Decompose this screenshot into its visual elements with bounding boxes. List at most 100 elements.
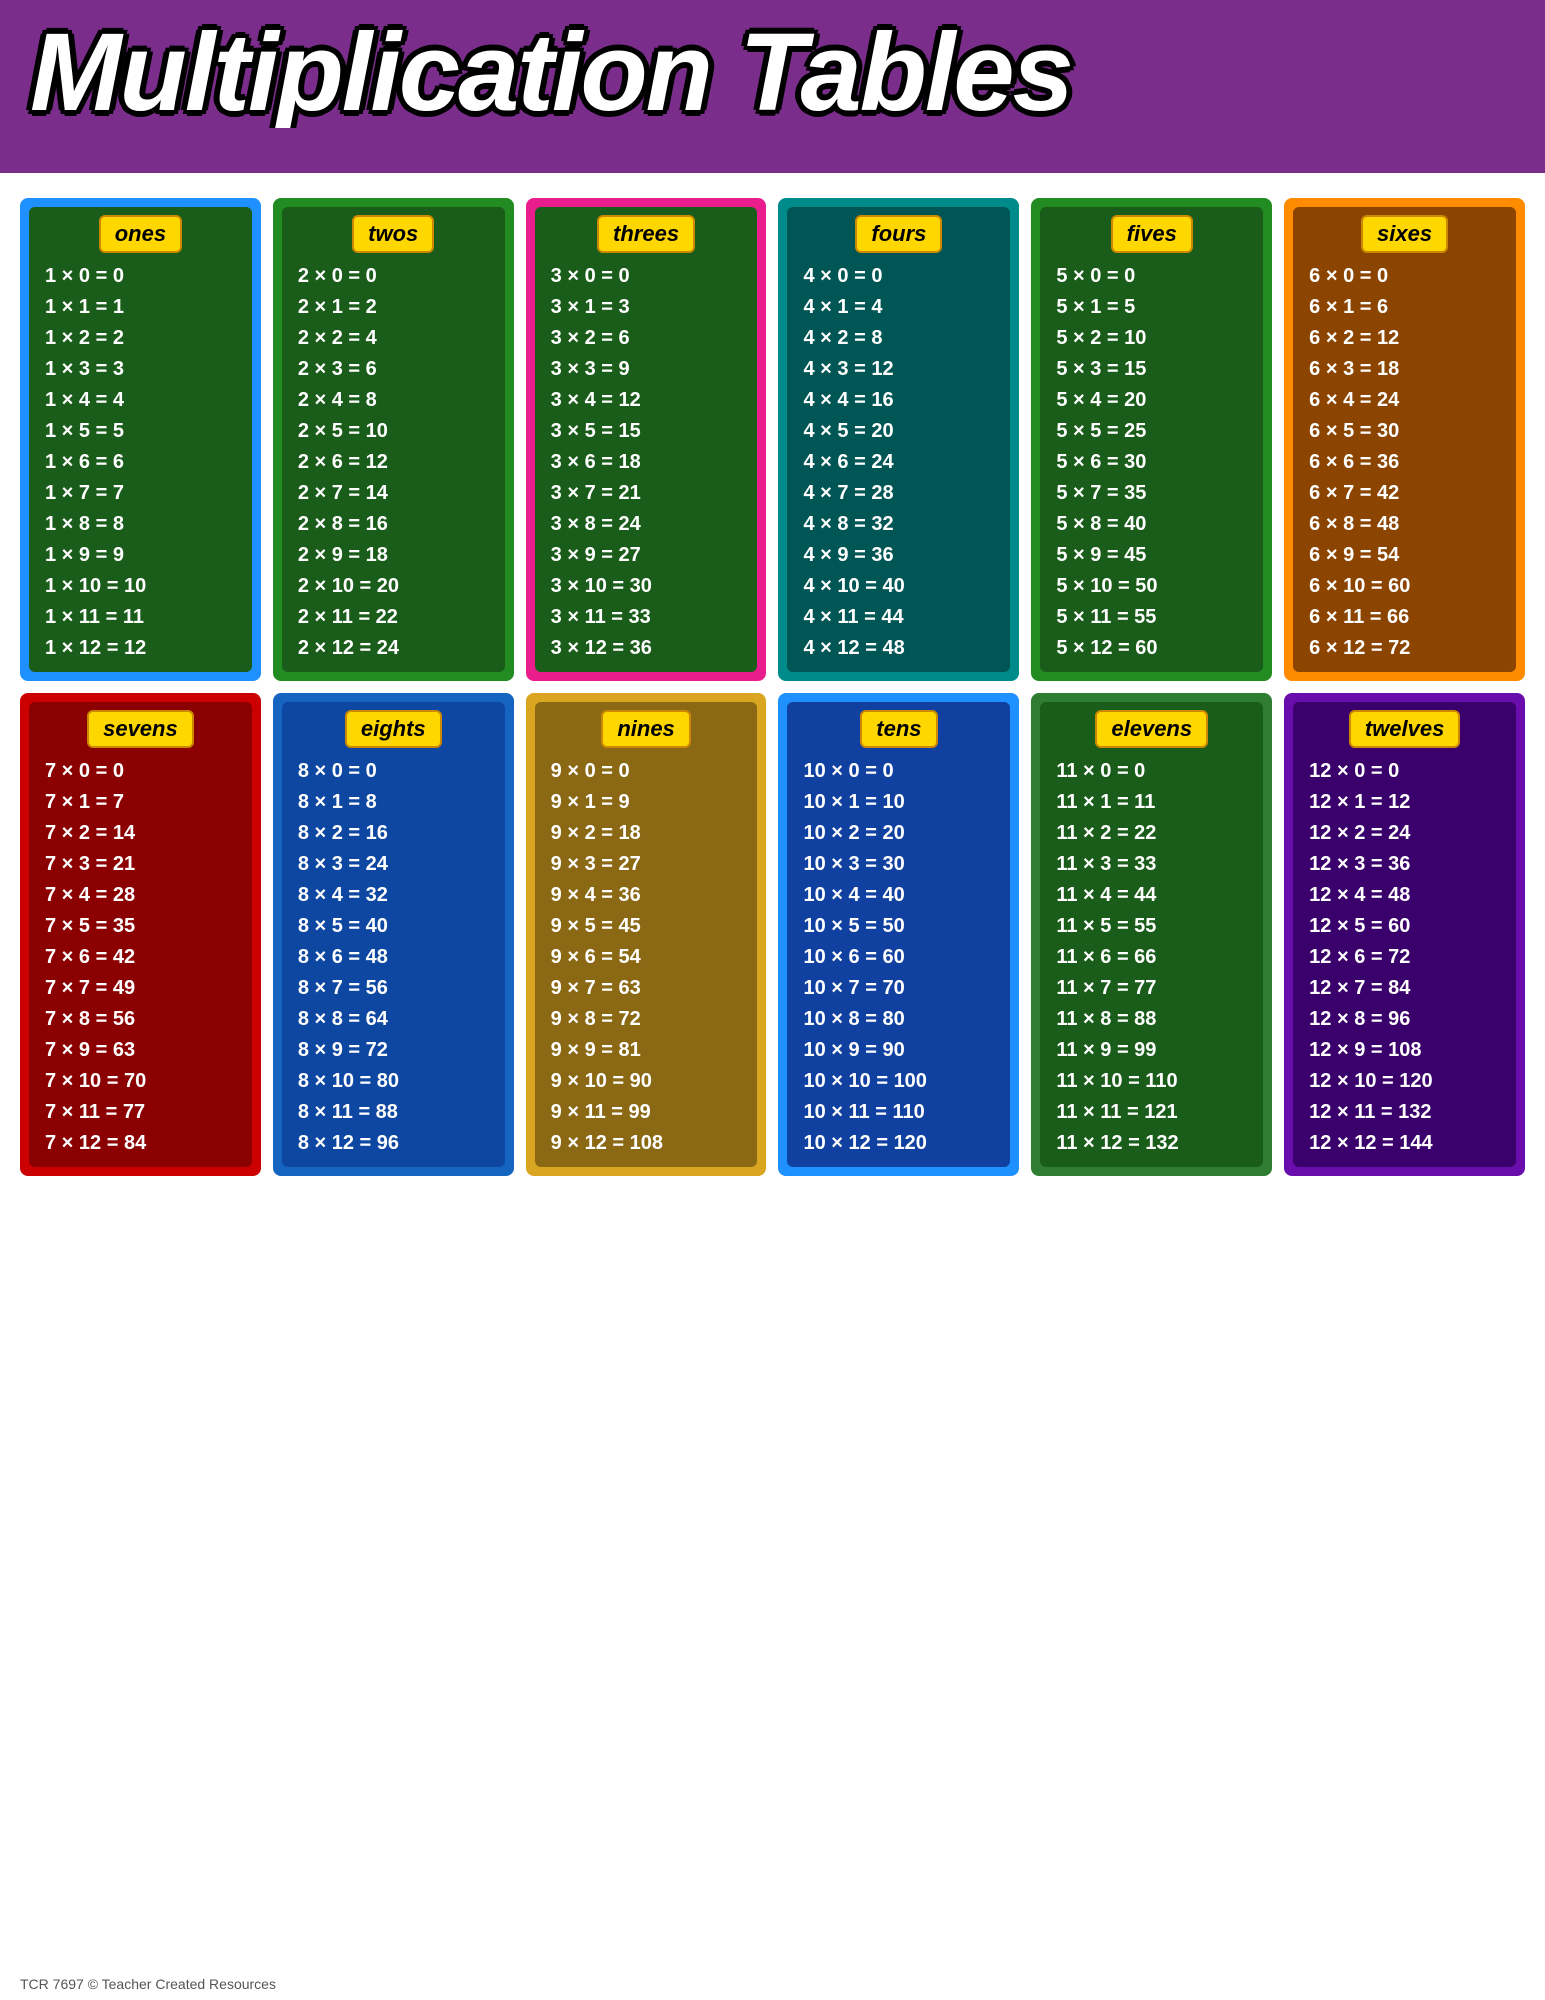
table-row: 2 × 12 = 24 xyxy=(288,633,499,664)
table-row: 1 × 12 = 12 xyxy=(35,633,246,664)
table-row: 8 × 1 = 8 xyxy=(288,787,499,818)
table-label-eights: eights xyxy=(345,710,442,748)
table-label-twelves: twelves xyxy=(1349,710,1461,748)
table-row: 4 × 0 = 0 xyxy=(793,261,1004,292)
table-row: 8 × 0 = 0 xyxy=(288,756,499,787)
table-row: 4 × 9 = 36 xyxy=(793,540,1004,571)
table-row: 11 × 3 = 33 xyxy=(1046,849,1257,880)
table-row: 11 × 1 = 11 xyxy=(1046,787,1257,818)
table-row: 7 × 4 = 28 xyxy=(35,880,246,911)
table-row: 5 × 1 = 5 xyxy=(1046,292,1257,323)
table-row: 8 × 6 = 48 xyxy=(288,942,499,973)
table-row: 2 × 1 = 2 xyxy=(288,292,499,323)
table-row: 11 × 10 = 110 xyxy=(1046,1066,1257,1097)
table-row: 10 × 10 = 100 xyxy=(793,1066,1004,1097)
table-card-inner-ones: ones1 × 0 = 01 × 1 = 11 × 2 = 21 × 3 = 3… xyxy=(29,207,252,672)
table-card-inner-twelves: twelves12 × 0 = 012 × 1 = 1212 × 2 = 241… xyxy=(1293,702,1516,1167)
table-label-sixes: sixes xyxy=(1361,215,1448,253)
table-row: 10 × 11 = 110 xyxy=(793,1097,1004,1128)
table-card-inner-fours: fours 4 × 0 = 04 × 1 = 44 × 2 = 84 × 3 = … xyxy=(787,207,1010,672)
table-row: 3 × 2 = 6 xyxy=(541,323,752,354)
table-row: 11 × 7 = 77 xyxy=(1046,973,1257,1004)
table-row: 7 × 6 = 42 xyxy=(35,942,246,973)
table-row: 5 × 4 = 20 xyxy=(1046,385,1257,416)
table-row: 5 × 7 = 35 xyxy=(1046,478,1257,509)
table-label-twos: twos xyxy=(352,215,434,253)
table-row: 12 × 6 = 72 xyxy=(1299,942,1510,973)
table-label-sevens: sevens xyxy=(87,710,194,748)
table-row: 3 × 3 = 9 xyxy=(541,354,752,385)
header: Multiplication Tables xyxy=(0,0,1545,173)
tables-grid: ones1 × 0 = 01 × 1 = 11 × 2 = 21 × 3 = 3… xyxy=(20,198,1525,1176)
table-row: 11 × 0 = 0 xyxy=(1046,756,1257,787)
table-row: 9 × 0 = 0 xyxy=(541,756,752,787)
table-row: 4 × 1 = 4 xyxy=(793,292,1004,323)
table-row: 8 × 8 = 64 xyxy=(288,1004,499,1035)
table-row: 12 × 9 = 108 xyxy=(1299,1035,1510,1066)
table-row: 6 × 4 = 24 xyxy=(1299,385,1510,416)
table-row: 6 × 10 = 60 xyxy=(1299,571,1510,602)
table-row: 5 × 6 = 30 xyxy=(1046,447,1257,478)
table-card-twelves: twelves12 × 0 = 012 × 1 = 1212 × 2 = 241… xyxy=(1284,693,1525,1176)
table-card-sixes: sixes6 × 0 = 06 × 1 = 66 × 2 = 126 × 3 =… xyxy=(1284,198,1525,681)
table-label-elevens: elevens xyxy=(1095,710,1208,748)
table-row: 4 × 3 = 12 xyxy=(793,354,1004,385)
table-row: 3 × 9 = 27 xyxy=(541,540,752,571)
table-row: 10 × 1 = 10 xyxy=(793,787,1004,818)
table-row: 2 × 10 = 20 xyxy=(288,571,499,602)
table-row: 2 × 2 = 4 xyxy=(288,323,499,354)
table-row: 6 × 8 = 48 xyxy=(1299,509,1510,540)
table-row: 9 × 12 = 108 xyxy=(541,1128,752,1159)
table-card-inner-sixes: sixes6 × 0 = 06 × 1 = 66 × 2 = 126 × 3 =… xyxy=(1293,207,1516,672)
table-row: 11 × 12 = 132 xyxy=(1046,1128,1257,1159)
table-row: 5 × 2 = 10 xyxy=(1046,323,1257,354)
table-row: 8 × 7 = 56 xyxy=(288,973,499,1004)
header-wave xyxy=(30,128,1515,173)
table-row: 6 × 5 = 30 xyxy=(1299,416,1510,447)
table-row: 12 × 4 = 48 xyxy=(1299,880,1510,911)
table-card-nines: nines9 × 0 = 09 × 1 = 99 × 2 = 189 × 3 =… xyxy=(526,693,767,1176)
table-row: 3 × 11 = 33 xyxy=(541,602,752,633)
table-row: 5 × 0 = 0 xyxy=(1046,261,1257,292)
table-row: 7 × 5 = 35 xyxy=(35,911,246,942)
table-row: 4 × 5 = 20 xyxy=(793,416,1004,447)
table-card-inner-twos: twos2 × 0 = 02 × 1 = 22 × 2 = 42 × 3 = 6… xyxy=(282,207,505,672)
table-row: 12 × 11 = 132 xyxy=(1299,1097,1510,1128)
table-row: 4 × 2 = 8 xyxy=(793,323,1004,354)
table-row: 3 × 7 = 21 xyxy=(541,478,752,509)
table-row: 3 × 10 = 30 xyxy=(541,571,752,602)
table-row: 6 × 0 = 0 xyxy=(1299,261,1510,292)
table-row: 5 × 5 = 25 xyxy=(1046,416,1257,447)
table-row: 10 × 4 = 40 xyxy=(793,880,1004,911)
table-row: 4 × 10 = 40 xyxy=(793,571,1004,602)
table-row: 4 × 4 = 16 xyxy=(793,385,1004,416)
table-row: 8 × 10 = 80 xyxy=(288,1066,499,1097)
table-card-elevens: elevens11 × 0 = 011 × 1 = 1111 × 2 = 221… xyxy=(1031,693,1272,1176)
table-row: 6 × 7 = 42 xyxy=(1299,478,1510,509)
table-row: 11 × 8 = 88 xyxy=(1046,1004,1257,1035)
table-row: 10 × 2 = 20 xyxy=(793,818,1004,849)
table-row: 7 × 12 = 84 xyxy=(35,1128,246,1159)
table-row: 12 × 2 = 24 xyxy=(1299,818,1510,849)
table-row: 1 × 10 = 10 xyxy=(35,571,246,602)
table-card-eights: eights8 × 0 = 08 × 1 = 88 × 2 = 168 × 3 … xyxy=(273,693,514,1176)
table-row: 3 × 6 = 18 xyxy=(541,447,752,478)
table-row: 9 × 11 = 99 xyxy=(541,1097,752,1128)
table-row: 10 × 7 = 70 xyxy=(793,973,1004,1004)
table-label-fours: fours xyxy=(855,215,942,253)
table-row: 3 × 1 = 3 xyxy=(541,292,752,323)
table-row: 8 × 2 = 16 xyxy=(288,818,499,849)
table-row: 9 × 7 = 63 xyxy=(541,973,752,1004)
table-row: 11 × 4 = 44 xyxy=(1046,880,1257,911)
table-row: 9 × 4 = 36 xyxy=(541,880,752,911)
table-row: 2 × 11 = 22 xyxy=(288,602,499,633)
table-row: 7 × 0 = 0 xyxy=(35,756,246,787)
table-row: 1 × 5 = 5 xyxy=(35,416,246,447)
table-row: 7 × 1 = 7 xyxy=(35,787,246,818)
table-row: 12 × 12 = 144 xyxy=(1299,1128,1510,1159)
table-row: 2 × 6 = 12 xyxy=(288,447,499,478)
table-row: 6 × 3 = 18 xyxy=(1299,354,1510,385)
table-row: 12 × 5 = 60 xyxy=(1299,911,1510,942)
table-row: 12 × 8 = 96 xyxy=(1299,1004,1510,1035)
table-row: 7 × 2 = 14 xyxy=(35,818,246,849)
